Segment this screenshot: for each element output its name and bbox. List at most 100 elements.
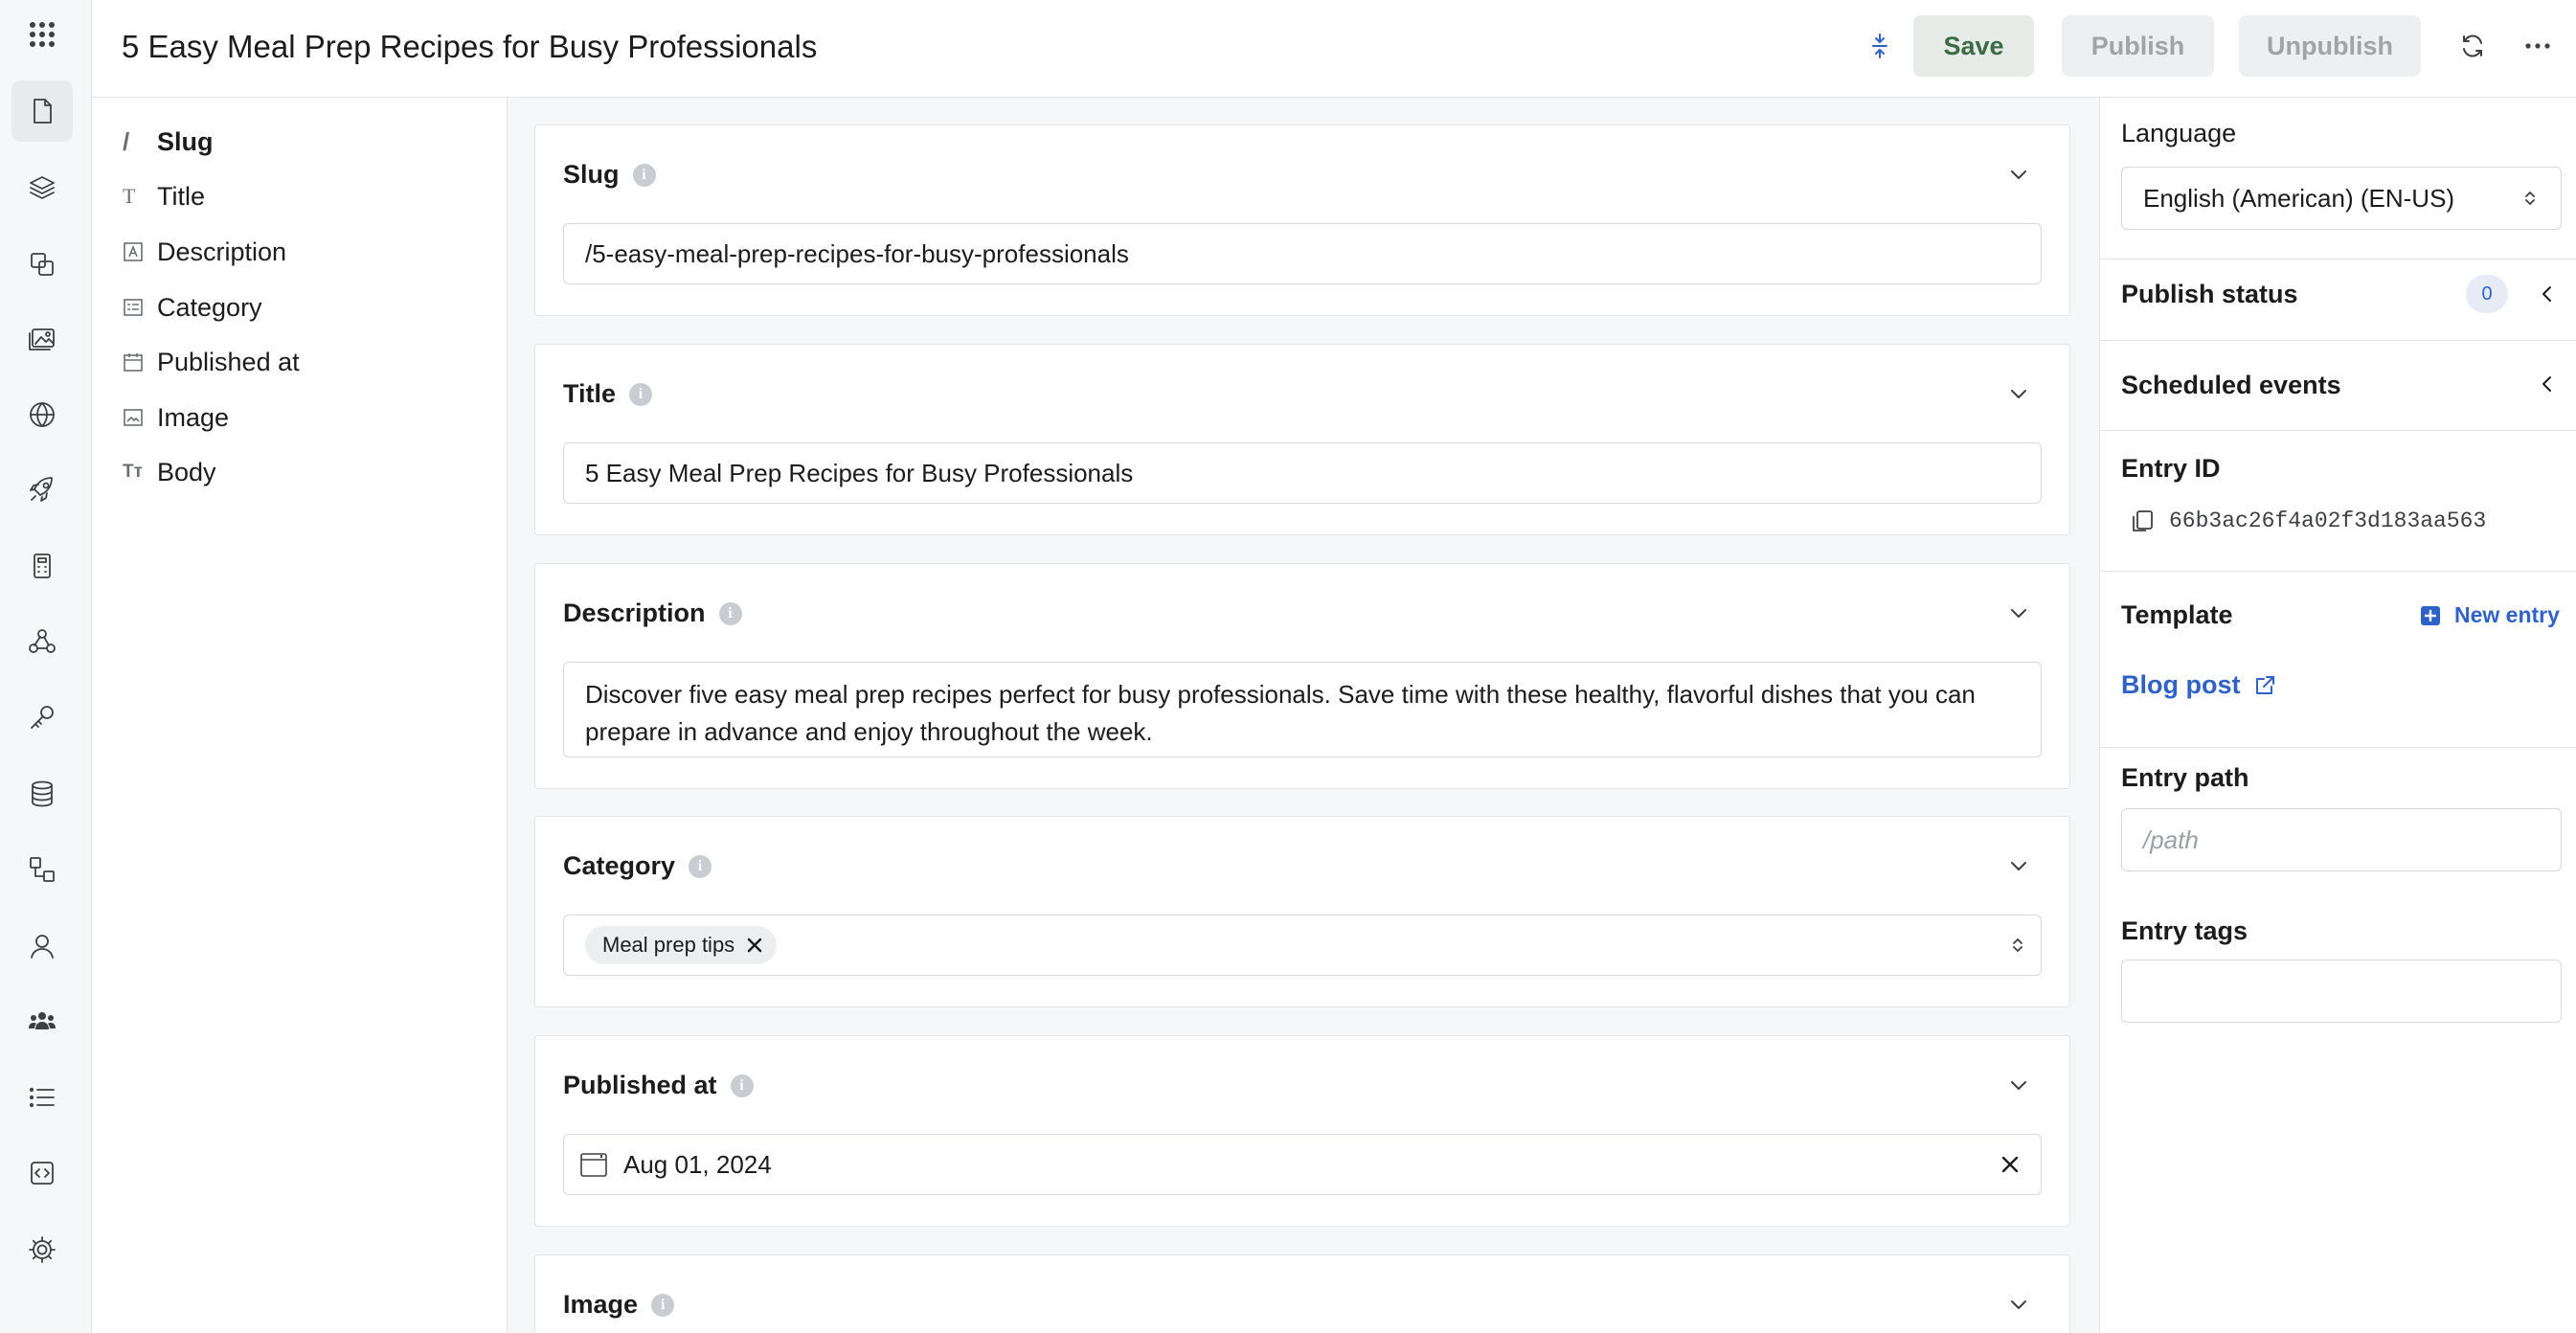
new-entry-link[interactable]: New entry [2420,602,2560,628]
info-icon[interactable]: i [689,854,712,878]
chevron-left-icon[interactable] [2536,282,2559,305]
text-size-icon: Tт [123,462,143,482]
new-entry-label: New entry [2454,602,2560,627]
date-value: Aug 01, 2024 [623,1149,772,1179]
key-icon[interactable] [11,687,73,748]
field-card-title: Title i 5 Easy Meal Prep Recipes for Bus… [534,344,2070,535]
chip-label: Meal prep tips [602,933,735,957]
divider [2100,430,2576,431]
field-label: Slug i [563,160,656,190]
language-select[interactable]: English (American) (EN-US) [2121,167,2562,230]
text-type-icon: T [123,184,136,208]
nav-item-body[interactable]: Tт Body [123,453,216,491]
select-arrows-icon [2520,189,2540,208]
field-label: Published at i [563,1071,754,1100]
nav-item-category[interactable]: Category [123,288,262,327]
rich-text-icon [123,241,157,262]
collapse-fields-icon[interactable] [1861,27,1899,65]
calculator-icon[interactable] [11,535,73,597]
field-label: Image i [563,1290,675,1320]
nav-item-label: Title [157,181,206,211]
divider [2100,747,2576,748]
scheduled-events-label[interactable]: Scheduled events [2121,371,2341,400]
entry-sidebar: Language English (American) (EN-US) Publ… [2099,98,2576,1333]
save-button[interactable]: Save [1913,15,2034,77]
template-link[interactable]: Blog post [2121,670,2276,700]
field-navigator: / Slug T Title Description Category Publ… [92,98,508,1333]
code-icon[interactable] [11,1142,73,1204]
nav-item-description[interactable]: Description [123,233,286,271]
field-card-description: Description i Discover five easy meal pr… [534,563,2070,789]
globe-icon[interactable] [11,384,73,445]
external-link-icon [2253,674,2276,697]
nav-item-label: Category [157,292,262,322]
info-icon[interactable]: i [629,382,653,406]
top-header: 5 Easy Meal Prep Recipes for Busy Profes… [92,0,2576,98]
list-icon[interactable] [11,1067,73,1128]
published-at-date-input[interactable]: Aug 01, 2024 [563,1134,2042,1195]
chevron-down-icon[interactable] [2006,162,2031,187]
entry-path-input[interactable]: /path [2121,808,2562,871]
field-label: Description i [563,599,742,628]
nav-item-slug[interactable]: / Slug [123,123,214,161]
publish-button[interactable]: Publish [2062,15,2214,77]
nav-item-label: Body [157,457,216,486]
reference-icon [123,297,157,318]
chevron-down-icon[interactable] [2006,1073,2031,1097]
chevron-left-icon[interactable] [2536,373,2559,395]
more-options-icon[interactable] [2519,27,2557,65]
chevron-down-icon[interactable] [2006,1292,2031,1317]
info-icon[interactable]: i [632,163,656,187]
components-icon[interactable] [11,234,73,295]
language-value: English (American) (EN-US) [2143,183,2455,213]
unpublish-button[interactable]: Unpublish [2239,15,2421,77]
field-label: Title i [563,379,653,409]
webhooks-icon[interactable] [11,611,73,672]
chevron-down-icon[interactable] [2006,600,2031,625]
workflow-icon[interactable] [11,839,73,900]
calendar-icon[interactable] [579,1150,608,1179]
field-card-category: Category i Meal prep tips [534,816,2070,1007]
entry-id-label: Entry ID [2121,454,2221,483]
refresh-icon[interactable] [2453,27,2492,65]
layers-icon[interactable] [11,157,73,218]
divider [2100,340,2576,341]
description-textarea[interactable]: Discover five easy meal prep recipes per… [563,662,2042,757]
publish-status-label[interactable]: Publish status [2121,280,2298,309]
slug-input[interactable]: /5-easy-meal-prep-recipes-for-busy-profe… [563,223,2042,284]
title-input[interactable]: 5 Easy Meal Prep Recipes for Busy Profes… [563,442,2042,504]
rocket-icon[interactable] [11,459,73,520]
database-icon[interactable] [11,763,73,825]
remove-chip-icon[interactable] [746,937,763,954]
apps-grid-icon[interactable] [11,4,73,65]
info-icon[interactable]: i [651,1293,675,1317]
nav-item-label: Slug [157,126,214,156]
field-label: Category i [563,851,712,881]
copy-icon[interactable] [2129,508,2156,534]
chevron-down-icon[interactable] [2006,853,2031,878]
nav-item-image[interactable]: Image [123,398,229,437]
entry-path-label: Entry path [2121,763,2249,792]
info-icon[interactable]: i [730,1073,754,1097]
page-title: 5 Easy Meal Prep Recipes for Busy Profes… [122,29,818,64]
language-label: Language [2121,119,2237,147]
media-icon[interactable] [11,308,73,370]
template-value: Blog post [2121,670,2241,699]
nav-item-title[interactable]: T Title [123,177,205,215]
category-select[interactable]: Meal prep tips [563,915,2042,976]
gear-icon[interactable] [11,1219,73,1280]
plus-square-icon [2420,605,2441,626]
entry-tags-input[interactable] [2121,960,2562,1023]
divider [2100,259,2576,260]
team-icon[interactable] [11,990,73,1051]
field-card-slug: Slug i /5-easy-meal-prep-recipes-for-bus… [534,124,2070,316]
info-icon[interactable]: i [718,601,742,625]
nav-item-label: Published at [157,347,300,376]
chevron-down-icon[interactable] [2006,381,2031,406]
user-icon[interactable] [11,915,73,977]
nav-item-published-at[interactable]: Published at [123,343,300,381]
clear-date-icon[interactable] [2000,1155,2020,1174]
field-card-image: Image i [534,1254,2070,1333]
pages-icon[interactable] [11,80,73,142]
nav-item-label: Description [157,237,287,266]
